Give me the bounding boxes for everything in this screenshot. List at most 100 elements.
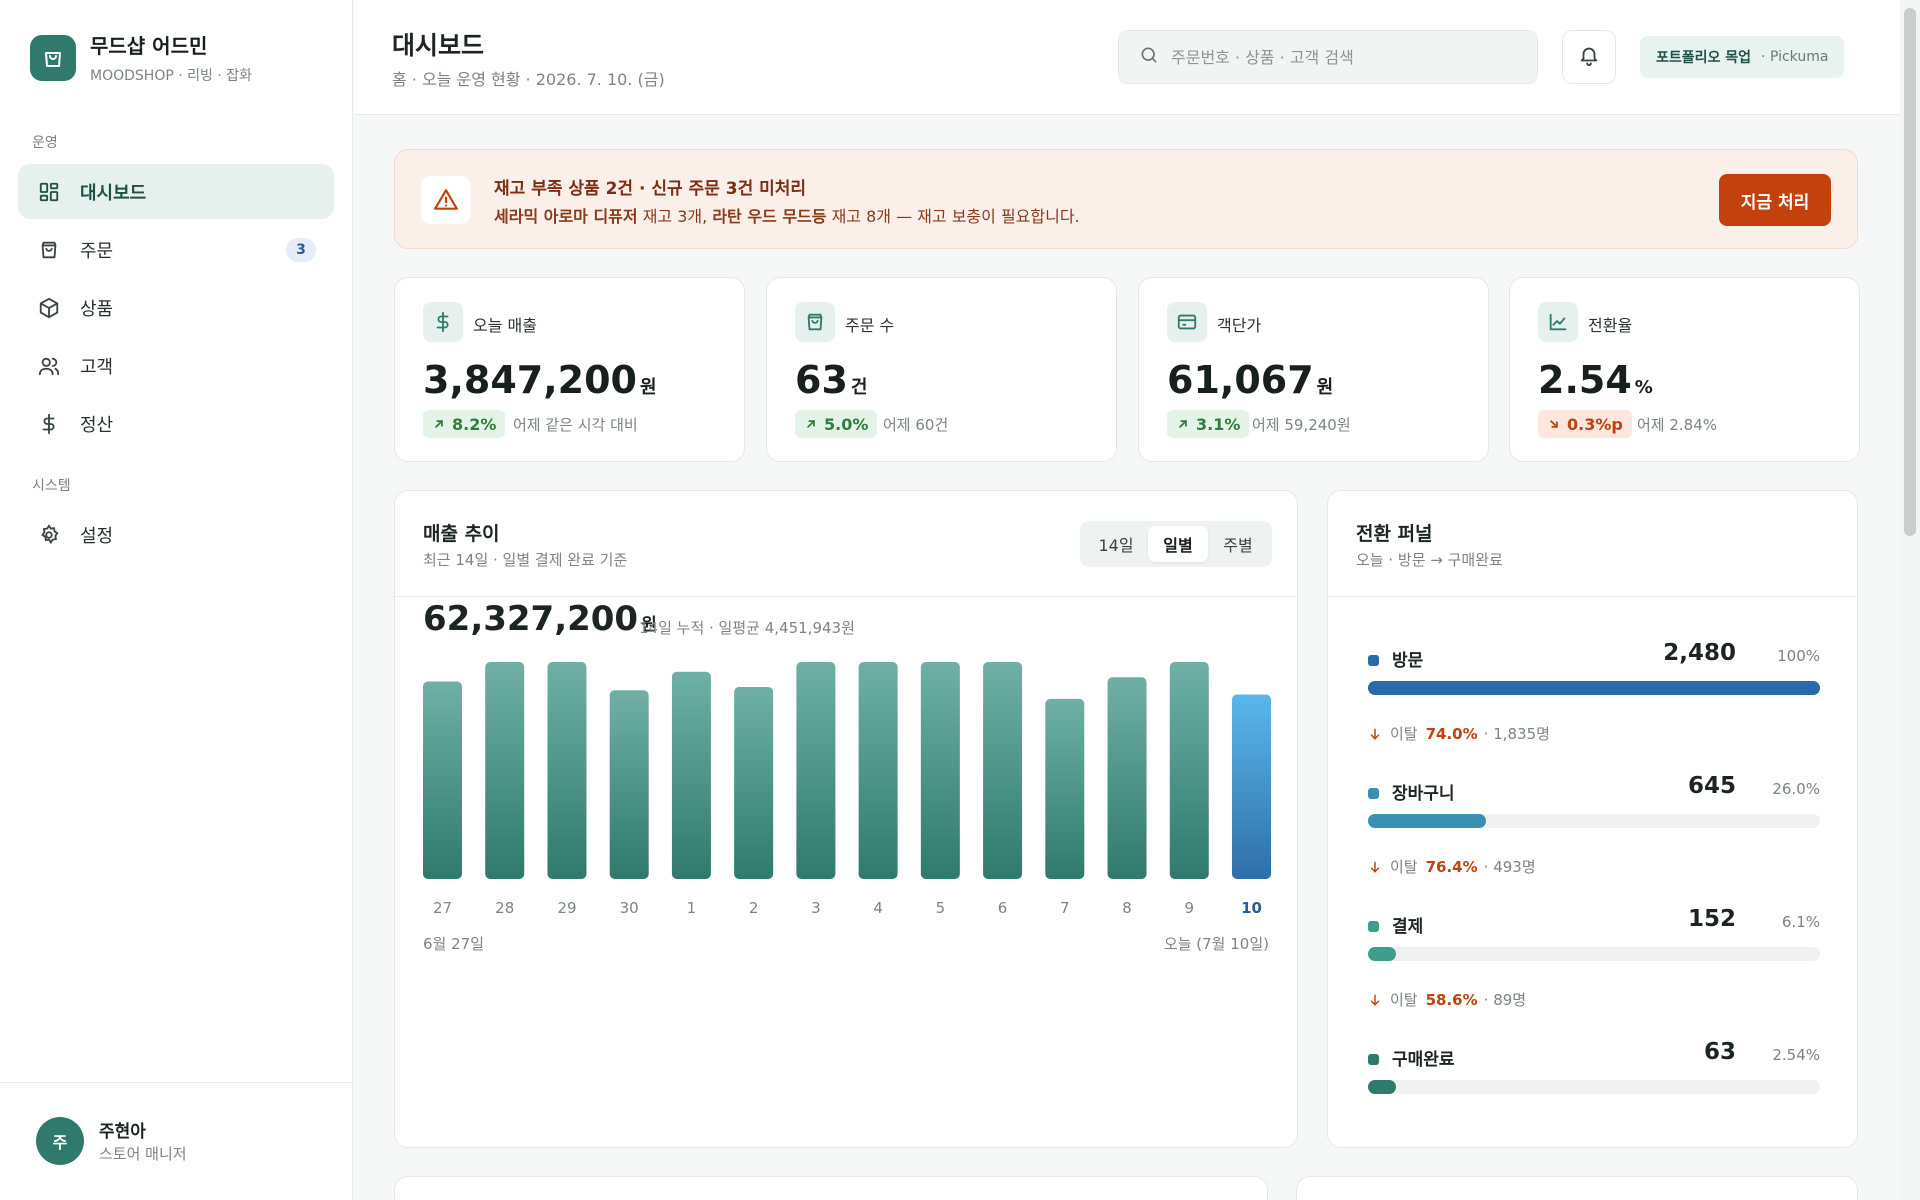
page-title: 대시보드 bbox=[392, 31, 485, 60]
kpi-delta: 5.0% bbox=[824, 414, 869, 434]
funnel-label: 구매완료 bbox=[1392, 1050, 1455, 1070]
kpi-delta-badge: 8.2% bbox=[423, 410, 506, 438]
dropoff-rate: 58.6% bbox=[1425, 990, 1478, 1009]
sales-bar-9[interactable] bbox=[1169, 662, 1209, 879]
sales-bar-8[interactable] bbox=[1107, 677, 1147, 879]
kpi-unit: 원 bbox=[639, 377, 657, 398]
kpi-label: 객단가 bbox=[1217, 316, 1262, 335]
sidebar-item-label: 설정 bbox=[80, 525, 114, 547]
sidebar-item-settlement[interactable]: 정산 bbox=[18, 396, 334, 451]
tab-14days[interactable]: 14일 bbox=[1086, 526, 1146, 562]
brand[interactable]: 무드샵 어드민 MOODSHOP · 리빙 · 잡화 bbox=[30, 30, 252, 85]
funnel-percent: 100% bbox=[1777, 647, 1820, 665]
sales-bar-6[interactable] bbox=[983, 662, 1023, 879]
period-toggle: 14일 일별 주별 bbox=[1080, 521, 1272, 567]
next-panel-right bbox=[1296, 1176, 1858, 1200]
warning-icon bbox=[421, 176, 471, 224]
funnel-label: 방문 bbox=[1392, 651, 1424, 671]
x-tick-label: 4 bbox=[873, 899, 883, 917]
alert-title: 재고 부족 상품 2건 · 신규 주문 3건 미처리 bbox=[494, 179, 807, 199]
dropoff-count: · 89명 bbox=[1483, 991, 1527, 1009]
brand-name: 무드샵 어드민 bbox=[90, 34, 208, 58]
sales-bar-10[interactable] bbox=[1232, 694, 1271, 879]
dropoff-rate: 76.4% bbox=[1425, 857, 1478, 876]
arrow-down-icon bbox=[1370, 994, 1380, 1006]
sidebar-item-dashboard[interactable]: 대시보드 bbox=[18, 164, 334, 219]
notifications-button[interactable] bbox=[1562, 30, 1616, 84]
dropoff-count: · 493명 bbox=[1483, 858, 1536, 876]
avatar: 주 bbox=[36, 1117, 84, 1165]
sidebar-item-settings[interactable]: 설정 bbox=[18, 507, 334, 562]
bag-icon bbox=[36, 237, 62, 263]
kpi-compare: 어제 같은 시각 대비 bbox=[513, 416, 638, 434]
panel-title: 매출 추이 bbox=[423, 523, 500, 545]
portfolio-tag: 포트폴리오 목업 · Pickuma bbox=[1640, 36, 1845, 78]
sales-bar-2[interactable] bbox=[734, 686, 774, 879]
funnel-percent: 26.0% bbox=[1772, 780, 1820, 798]
sidebar-item-orders[interactable]: 주문 3 bbox=[18, 222, 334, 277]
funnel-dropoff: 이탈 76.4% · 493명 bbox=[1368, 856, 1536, 877]
arrow-down-right-icon bbox=[1550, 420, 1558, 428]
sales-bar-1[interactable] bbox=[671, 671, 711, 879]
kpi-card-orders[interactable]: 주문 수 63 건 5.0% 어제 60건 bbox=[766, 277, 1117, 462]
kpi-card-sales[interactable]: 오늘 매출 3,847,200 원 8.2% 어제 같은 시각 대비 bbox=[394, 277, 745, 462]
arrow-up-right-icon bbox=[435, 420, 443, 428]
sidebar-item-customers[interactable]: 고객 bbox=[18, 338, 334, 393]
arrow-down-icon bbox=[1370, 861, 1380, 873]
sales-bar-30[interactable] bbox=[609, 690, 649, 879]
portfolio-tag-label: 포트폴리오 목업 bbox=[1656, 50, 1752, 66]
scrollbar-thumb[interactable] bbox=[1904, 8, 1916, 536]
arrow-up-right-icon bbox=[807, 420, 815, 428]
sales-bar-29[interactable] bbox=[547, 662, 587, 879]
x-tick-label: 3 bbox=[811, 899, 821, 917]
tab-daily[interactable]: 일별 bbox=[1148, 526, 1208, 562]
alert-body: 세라믹 아로마 디퓨저 재고 3개, 라탄 우드 무드등 재고 8개 — 재고 … bbox=[494, 203, 1080, 227]
sales-total-value: 62,327,200 bbox=[423, 599, 639, 639]
kpi-value: 63 건 bbox=[795, 358, 867, 402]
funnel-value: 63 bbox=[1703, 1039, 1736, 1065]
panel-subtitle: 최근 14일 · 일별 결제 완료 기준 bbox=[423, 551, 628, 569]
funnel-dot bbox=[1368, 655, 1379, 666]
sales-bar-4[interactable] bbox=[858, 662, 898, 879]
sidebar-item-label: 주문 bbox=[80, 240, 114, 262]
x-tick-label: 28 bbox=[495, 899, 514, 917]
dollar-icon bbox=[423, 302, 463, 342]
search-box[interactable] bbox=[1118, 30, 1538, 84]
kpi-label: 전환율 bbox=[1588, 316, 1633, 335]
dropoff-rate: 74.0% bbox=[1425, 724, 1478, 743]
kpi-delta: 0.3%p bbox=[1567, 414, 1623, 434]
range-end-label: 오늘 (7월 10일) bbox=[1163, 935, 1269, 953]
kpi-card-conversion[interactable]: 전환율 2.54% 0.3%p 어제 2.84% bbox=[1509, 277, 1860, 462]
panel-divider bbox=[1328, 596, 1857, 597]
x-tick-label: 1 bbox=[687, 899, 697, 917]
user-role: 스토어 매니저 bbox=[99, 1145, 187, 1163]
kpi-delta-badge: 0.3%p bbox=[1538, 410, 1632, 438]
sales-bar-3[interactable] bbox=[796, 662, 836, 879]
sidebar-item-products[interactable]: 상품 bbox=[18, 280, 334, 335]
x-tick-label: 27 bbox=[433, 899, 452, 917]
arrow-down-icon bbox=[1370, 728, 1380, 740]
funnel-bar bbox=[1368, 681, 1820, 695]
dropoff-label: 이탈 bbox=[1390, 991, 1418, 1009]
brand-subtitle: MOODSHOP · 리빙 · 잡화 bbox=[90, 68, 252, 84]
kpi-label: 오늘 매출 bbox=[473, 316, 537, 335]
topbar: 대시보드 홈 · 오늘 운영 현황 · 2026. 7. 10. (금) 포트폴… bbox=[354, 0, 1900, 115]
users-icon bbox=[36, 353, 62, 379]
x-tick-label: 2 bbox=[749, 899, 759, 917]
tab-weekly[interactable]: 주별 bbox=[1210, 526, 1266, 562]
sales-bar-5[interactable] bbox=[920, 662, 960, 879]
sales-bar-28[interactable] bbox=[485, 662, 525, 879]
dropoff-count: · 1,835명 bbox=[1483, 725, 1550, 743]
bag-icon bbox=[795, 302, 835, 342]
x-tick-label: 6 bbox=[998, 899, 1008, 917]
sales-bar-7[interactable] bbox=[1045, 698, 1085, 879]
kpi-number: 63 bbox=[795, 358, 848, 402]
funnel-value: 152 bbox=[1687, 906, 1736, 932]
process-now-button[interactable]: 지금 처리 bbox=[1719, 174, 1831, 226]
search-icon bbox=[1139, 45, 1159, 69]
kpi-card-aov[interactable]: 객단가 61,067 원 3.1% 어제 59,240원 bbox=[1138, 277, 1489, 462]
search-input[interactable] bbox=[1171, 47, 1511, 67]
user-profile[interactable]: 주 주현아 스토어 매니저 bbox=[0, 1082, 353, 1200]
sales-bar-27[interactable] bbox=[423, 681, 462, 879]
kpi-compare: 어제 60건 bbox=[883, 416, 949, 434]
